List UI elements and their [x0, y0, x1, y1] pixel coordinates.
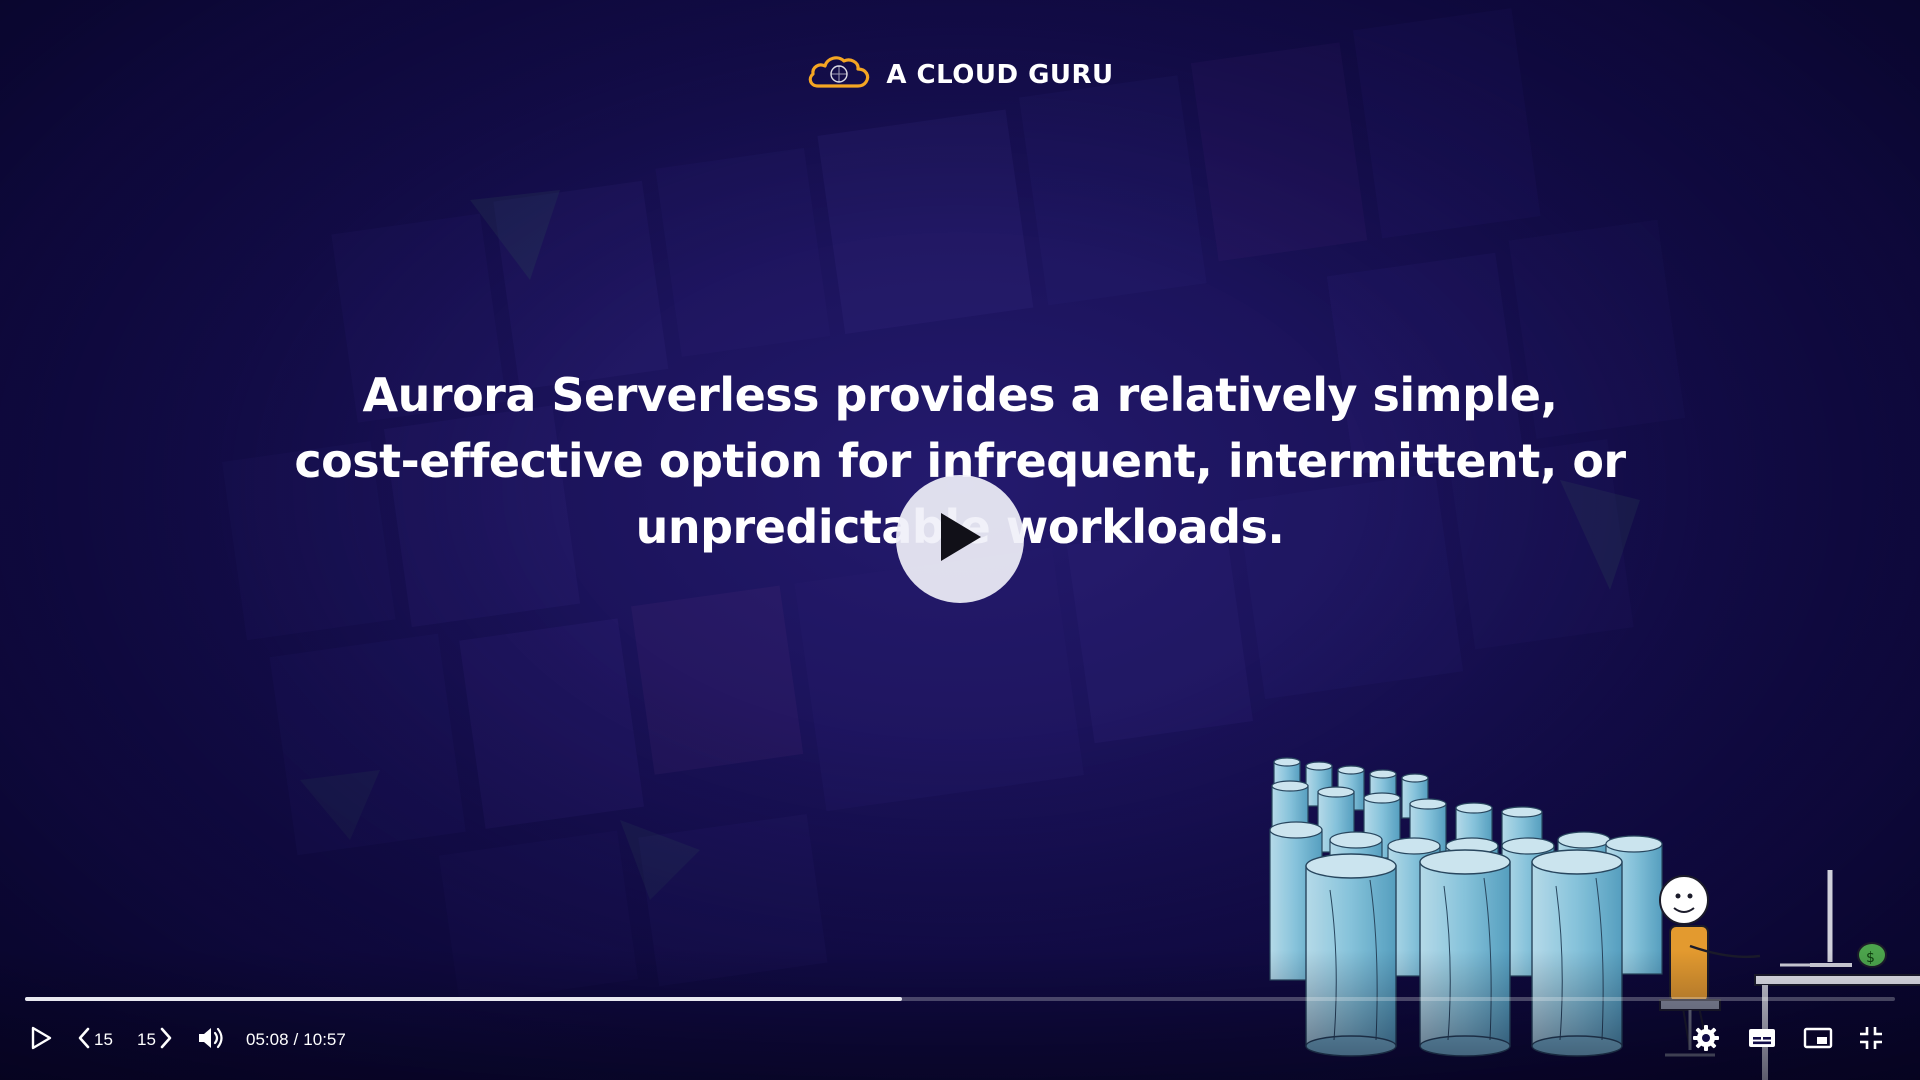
skip-forward-label: 15 [137, 1030, 156, 1049]
duration: 10:57 [303, 1030, 346, 1049]
play-icon [935, 509, 985, 570]
progress-bar[interactable] [25, 997, 1895, 1001]
captions-icon [1747, 1026, 1777, 1055]
progress-played [25, 997, 903, 1001]
gear-icon [1692, 1024, 1720, 1057]
brand-logo: A CLOUD GURU [0, 52, 1920, 97]
skip-forward-button[interactable]: 15 [137, 1020, 174, 1060]
chevron-right-icon [158, 1026, 174, 1055]
volume-icon [196, 1025, 226, 1056]
headline-line-1: Aurora Serverless provides a relatively … [362, 368, 1558, 422]
exit-fullscreen-button[interactable] [1858, 1020, 1884, 1060]
skip-back-label: 15 [94, 1030, 113, 1049]
chevron-left-icon [76, 1026, 92, 1055]
play-button[interactable] [30, 1020, 52, 1060]
cloud-logo-icon [806, 52, 872, 97]
controls-shade [0, 950, 1920, 1080]
big-play-button[interactable] [896, 475, 1024, 603]
captions-button[interactable] [1747, 1020, 1777, 1060]
current-time: 05:08 [246, 1030, 289, 1049]
settings-button[interactable] [1692, 1020, 1720, 1060]
volume-button[interactable] [196, 1020, 226, 1060]
exit-fullscreen-icon [1858, 1025, 1884, 1056]
control-bar: 15 15 05:08 / 10:57 [0, 1020, 1920, 1060]
skip-back-button[interactable]: 15 [76, 1020, 113, 1060]
video-player[interactable]: A CLOUD GURU Aurora Serverless provides … [0, 0, 1920, 1080]
time-separator: / [293, 1030, 299, 1049]
time-display: 05:08 / 10:57 [246, 1020, 346, 1060]
brand-name: A CLOUD GURU [886, 59, 1114, 90]
picture-in-picture-button[interactable] [1803, 1020, 1833, 1060]
play-icon [30, 1026, 52, 1055]
picture-in-picture-icon [1803, 1026, 1833, 1055]
